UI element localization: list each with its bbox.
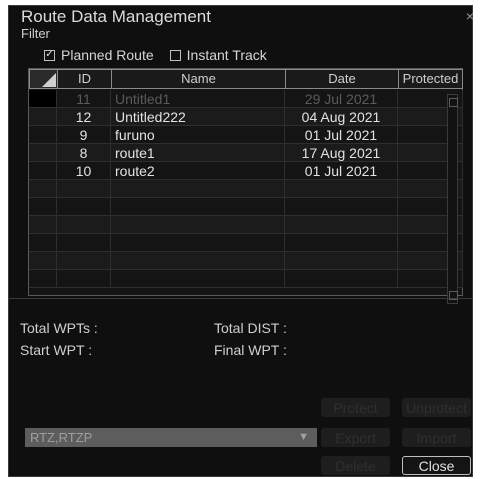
cell-date: [285, 252, 398, 270]
close-button[interactable]: Close: [402, 456, 471, 475]
chevron-down-icon[interactable]: ▼: [298, 428, 309, 447]
table-scrollbar[interactable]: [447, 94, 458, 304]
column-header-name[interactable]: Name: [111, 69, 286, 89]
close-icon[interactable]: ×: [466, 8, 474, 24]
cell-date: [285, 234, 398, 252]
checkbox-unchecked-icon[interactable]: [169, 49, 181, 61]
cell-id: 8: [57, 144, 111, 162]
row-selector[interactable]: [29, 180, 57, 198]
cell-name: [111, 234, 285, 252]
table-row[interactable]: [29, 270, 463, 288]
table-row[interactable]: 8 route1 17 Aug 2021: [29, 144, 463, 162]
cell-id: [57, 180, 111, 198]
row-selector[interactable]: [29, 198, 57, 216]
unprotect-button[interactable]: Unprotect: [402, 398, 471, 417]
table-row[interactable]: [29, 216, 463, 234]
table-row[interactable]: [29, 252, 463, 270]
section-divider: [9, 298, 472, 299]
cell-date: 29 Jul 2021: [285, 90, 398, 108]
row-selector[interactable]: [29, 216, 57, 234]
cell-id: 10: [57, 162, 111, 180]
cell-date: 04 Aug 2021: [285, 108, 398, 126]
table-row[interactable]: [29, 180, 463, 198]
cell-date: [285, 180, 398, 198]
row-selector[interactable]: [29, 270, 57, 288]
table-row[interactable]: [29, 234, 463, 252]
corner-triangle-icon: [42, 73, 56, 87]
cell-date: 01 Jul 2021: [285, 162, 398, 180]
scroll-up-icon[interactable]: [449, 98, 458, 107]
cell-date: 17 Aug 2021: [285, 144, 398, 162]
format-select[interactable]: RTZ,RTZP ▼: [25, 428, 317, 447]
row-selector[interactable]: [29, 162, 57, 180]
cell-name: Untitled1: [111, 90, 285, 108]
table-row[interactable]: 10 route2 01 Jul 2021: [29, 162, 463, 180]
cell-date: [285, 216, 398, 234]
table-header: ID Name Date Protected: [29, 69, 463, 89]
column-header-date[interactable]: Date: [285, 69, 399, 89]
filter-options: ✓ Planned Route Instant Track: [44, 47, 283, 63]
protect-button[interactable]: Protect: [321, 398, 390, 417]
cell-id: [57, 270, 111, 288]
final-wpt-label: Final WPT :: [214, 342, 287, 358]
table-row[interactable]: 11 Untitled1 29 Jul 2021: [29, 90, 463, 108]
import-button[interactable]: Import: [402, 428, 471, 447]
column-header-id[interactable]: ID: [57, 69, 112, 89]
cell-name: Untitled222: [111, 108, 285, 126]
cell-id: 11: [57, 90, 111, 108]
cell-id: [57, 198, 111, 216]
instant-track-label: Instant Track: [186, 47, 267, 63]
cell-id: [57, 252, 111, 270]
total-dist-label: Total DIST :: [214, 320, 287, 336]
select-all-corner[interactable]: [29, 69, 58, 89]
cell-date: [285, 198, 398, 216]
cell-id: 9: [57, 126, 111, 144]
cell-name: route2: [111, 162, 285, 180]
cell-name: furuno: [111, 126, 285, 144]
cell-name: [111, 252, 285, 270]
row-selector[interactable]: [29, 90, 57, 108]
row-selector[interactable]: [29, 144, 57, 162]
instant-track-checkbox[interactable]: Instant Track: [169, 47, 267, 63]
cell-name: [111, 216, 285, 234]
delete-button[interactable]: Delete: [321, 456, 390, 475]
cell-date: 01 Jul 2021: [285, 126, 398, 144]
row-selector[interactable]: [29, 234, 57, 252]
export-button[interactable]: Export: [321, 428, 390, 447]
column-header-protected[interactable]: Protected: [398, 69, 463, 89]
row-selector[interactable]: [29, 126, 57, 144]
route-data-management-window: Route Data Management × Filter ✓ Planned…: [8, 5, 474, 477]
planned-route-label: Planned Route: [61, 47, 154, 63]
total-wpts-label: Total WPTs :: [20, 320, 98, 336]
table-row[interactable]: 12 Untitled222 04 Aug 2021: [29, 108, 463, 126]
format-select-value: RTZ,RTZP: [30, 430, 93, 445]
cell-id: 12: [57, 108, 111, 126]
checkbox-checked-icon[interactable]: ✓: [44, 49, 55, 61]
planned-route-checkbox[interactable]: ✓ Planned Route: [44, 47, 154, 63]
filter-label: Filter: [21, 26, 50, 41]
cell-name: [111, 198, 285, 216]
cell-id: [57, 216, 111, 234]
cell-date: [285, 270, 398, 288]
route-table: ID Name Date Protected 11 Untitled1 29 J…: [28, 68, 463, 296]
table-row[interactable]: [29, 198, 463, 216]
cell-name: [111, 180, 285, 198]
cell-id: [57, 234, 111, 252]
row-selector[interactable]: [29, 252, 57, 270]
window-title: Route Data Management: [21, 7, 211, 26]
start-wpt-label: Start WPT :: [20, 342, 93, 358]
table-row[interactable]: 9 furuno 01 Jul 2021: [29, 126, 463, 144]
cell-name: [111, 270, 285, 288]
cell-name: route1: [111, 144, 285, 162]
row-selector[interactable]: [29, 108, 57, 126]
